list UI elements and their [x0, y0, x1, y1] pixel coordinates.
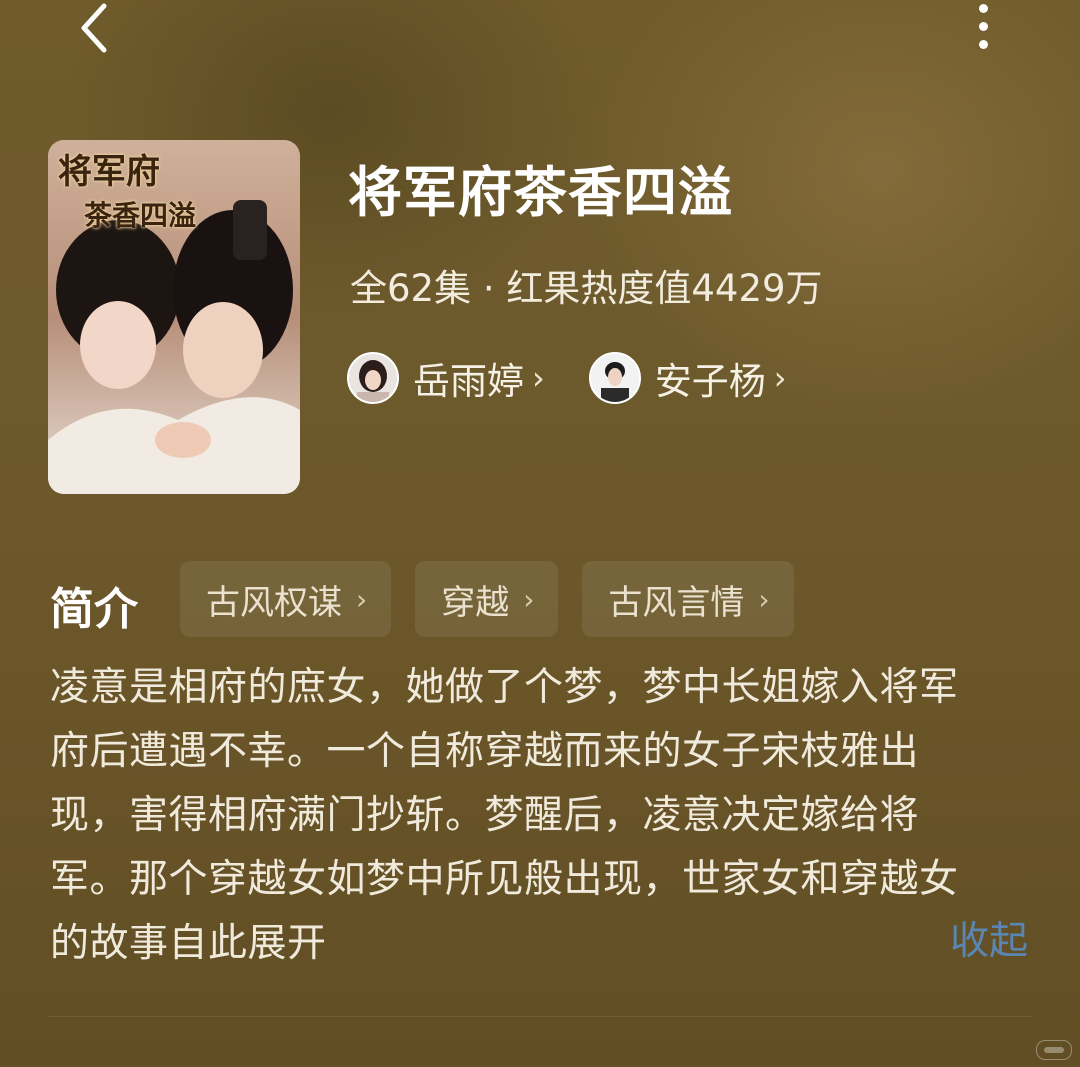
drama-poster[interactable]: 将军府 茶香四溢	[48, 140, 300, 494]
watermark-logo	[1036, 1040, 1072, 1060]
chevron-right-icon: ›	[773, 359, 787, 397]
genre-tag-label: 古风言情	[608, 582, 745, 623]
divider	[48, 1016, 1032, 1017]
avatar	[347, 352, 399, 404]
actor-name: 安子杨	[654, 360, 766, 403]
chevron-right-icon: ›	[523, 582, 535, 616]
synopsis-line: 的故事自此展开	[50, 921, 327, 966]
actor-avatar-image	[590, 354, 639, 402]
chevron-right-icon: ›	[532, 359, 545, 397]
more-options-button[interactable]	[955, 0, 1015, 62]
collapse-link[interactable]: 收起	[950, 910, 1028, 966]
drama-meta: 全62集 · 红果热度值4429万	[350, 267, 823, 310]
chevron-right-icon: ›	[758, 582, 770, 616]
genre-tag[interactable]: 古风言情 ›	[582, 561, 794, 637]
chevron-left-icon	[81, 3, 107, 53]
genre-tag[interactable]: 古风权谋 ›	[180, 561, 392, 637]
synopsis-line: 现，害得相府满门抄斩。梦醒后，凌意决定嫁给将	[50, 793, 920, 838]
more-vertical-icon-dot	[979, 22, 988, 31]
poster-title-line2: 茶香四溢	[84, 199, 197, 232]
actor-item[interactable]: 岳雨婷 ›	[347, 351, 545, 405]
synopsis-line: 凌意是相府的庶女，她做了个梦，梦中长姐嫁入将军	[50, 665, 959, 710]
actor-avatar-image	[349, 354, 397, 402]
chevron-right-icon: ›	[356, 582, 368, 616]
actor-list: 岳雨婷 › 安子杨 ›	[347, 350, 831, 406]
actor-name: 岳雨婷	[413, 360, 524, 403]
poster-title-art: 将军府 茶香四溢	[58, 150, 196, 238]
poster-title-line1: 将军府	[58, 152, 160, 192]
actor-item[interactable]: 安子杨 ›	[588, 351, 787, 405]
intro-heading: 简介	[50, 584, 138, 635]
avatar	[588, 352, 641, 404]
genre-tag[interactable]: 穿越 ›	[415, 561, 559, 637]
top-bar	[0, 0, 1080, 70]
more-vertical-icon	[979, 4, 988, 13]
watermark-logo-mark	[1044, 1047, 1064, 1053]
drama-title: 将军府茶香四溢	[348, 161, 733, 224]
synopsis-line: 军。那个穿越女如梦中所见般出现，世家女和穿越女	[50, 857, 959, 902]
genre-tag-label: 穿越	[441, 582, 510, 623]
genre-tags: 古风权谋 › 穿越 › 古风言情 ›	[180, 561, 818, 637]
back-button[interactable]	[60, 0, 130, 62]
more-vertical-icon-dot	[979, 40, 988, 49]
synopsis-line: 府后遭遇不幸。一个自称穿越而来的女子宋枝雅出	[50, 729, 920, 774]
genre-tag-label: 古风权谋	[206, 582, 342, 623]
synopsis-text: 凌意是相府的庶女，她做了个梦，梦中长姐嫁入将军 府后遭遇不幸。一个自称穿越而来的…	[50, 656, 1030, 976]
